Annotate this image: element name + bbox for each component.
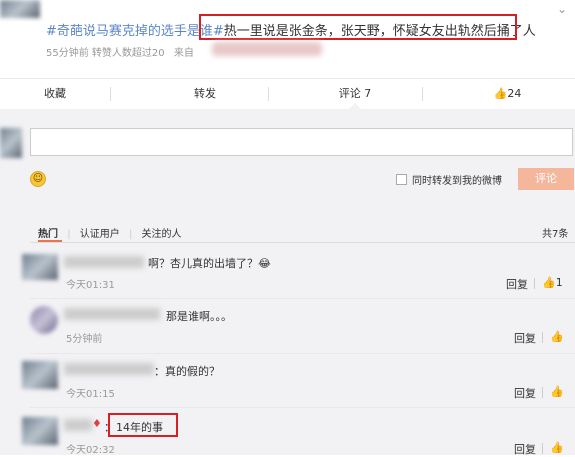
comment-like-button[interactable]: 👍 xyxy=(550,330,564,343)
source-blurred xyxy=(212,42,322,56)
divider xyxy=(268,87,269,101)
highlight-box-comment xyxy=(108,413,178,437)
like-count: 24 xyxy=(507,87,522,100)
also-repost-checkbox[interactable] xyxy=(396,174,407,185)
comment-like-button[interactable]: 👍1 xyxy=(542,276,563,289)
thumbs-up-icon: 👍 xyxy=(493,87,508,100)
filter-tabs: 热门 | 认证用户 | 关注的人 xyxy=(38,225,182,240)
divider xyxy=(110,87,111,101)
comment-time: 今天01:31 xyxy=(66,280,115,291)
emoji-icon[interactable]: ☺ xyxy=(30,171,46,187)
submit-comment-button[interactable]: 评论 xyxy=(518,168,574,190)
thumbs-up-icon: 👍 xyxy=(550,330,564,343)
divider xyxy=(30,353,575,354)
also-repost-label: 同时转发到我的微博 xyxy=(412,176,502,187)
chevron-down-icon[interactable]: ⌄ xyxy=(557,2,567,16)
post-meta: 55分钟前 转赞人数超过20 来自 xyxy=(46,44,194,59)
divider xyxy=(534,278,535,289)
comment-input[interactable] xyxy=(30,128,573,156)
divider xyxy=(422,87,423,101)
username-blurred[interactable] xyxy=(64,256,144,268)
reply-button[interactable]: 回复 xyxy=(514,385,536,401)
avatar[interactable] xyxy=(22,254,58,280)
comment-text: ：真的假的？ xyxy=(154,365,220,378)
divider xyxy=(542,443,543,454)
comment-label: 评论 7 xyxy=(338,87,372,100)
thumbs-up-icon: 👍 xyxy=(550,385,564,398)
avatar[interactable] xyxy=(30,306,58,334)
comment-time: 5分钟前 xyxy=(66,334,103,345)
divider xyxy=(30,298,575,299)
favorite-button[interactable]: 收藏 xyxy=(0,79,110,109)
repost-label: 转发 xyxy=(194,87,216,100)
comment-item-4: ♦ ： 14年的事 今天02:32 回复 👍 xyxy=(0,409,575,456)
highlight-box-post xyxy=(199,14,517,40)
comment-text: 啊？杏儿真的出墙了？😂 xyxy=(148,257,271,270)
divider xyxy=(30,242,575,243)
comment-like-button[interactable]: 👍 xyxy=(550,385,564,398)
comment-text: 那是谁啊。。。 xyxy=(166,310,232,323)
current-user-avatar xyxy=(0,128,22,158)
comment-time: 今天01:15 xyxy=(66,389,115,400)
tab-verified[interactable]: 认证用户 xyxy=(80,229,120,240)
comment-item-3: ：真的假的？ 今天01:15 回复 👍 xyxy=(0,355,575,409)
username-blurred[interactable] xyxy=(64,308,160,320)
thumbs-up-icon: 👍 xyxy=(550,441,564,454)
favorite-label: 收藏 xyxy=(44,87,66,100)
reply-button[interactable]: 回复 xyxy=(506,276,528,292)
thumbs-up-icon: 👍 xyxy=(542,276,556,289)
submit-comment-label: 评论 xyxy=(535,172,557,185)
post-meta-text: 55分钟前 转赞人数超过20 xyxy=(46,48,165,59)
divider xyxy=(542,332,543,343)
post-source-label: 来自 xyxy=(173,48,194,59)
action-bar: 收藏 转发 评论 7 👍24 xyxy=(0,79,575,109)
repost-button[interactable]: 转发 xyxy=(145,79,265,109)
avatar[interactable] xyxy=(22,361,58,389)
post-topic-link[interactable]: #奇葩说马赛克掉的选手是谁# xyxy=(46,24,224,39)
comment-like-button[interactable]: 👍 xyxy=(550,441,564,454)
tab-separator: | xyxy=(128,229,133,240)
comment-total: 共7条 xyxy=(542,229,569,240)
divider xyxy=(30,407,575,408)
avatar[interactable] xyxy=(22,417,58,445)
poster-avatar[interactable] xyxy=(0,0,40,18)
tab-separator: | xyxy=(67,229,71,240)
comment-like-count: 1 xyxy=(555,276,563,289)
vip-badge-icon: ♦ xyxy=(92,417,102,430)
tab-following[interactable]: 关注的人 xyxy=(142,229,182,240)
comment-time: 今天02:32 xyxy=(66,445,115,456)
tab-hot[interactable]: 热门 xyxy=(38,229,58,240)
reply-button[interactable]: 回复 xyxy=(514,330,536,346)
username-blurred[interactable] xyxy=(64,419,92,431)
comment-item-2: 那是谁啊。。。 5分钟前 回复 👍 xyxy=(0,300,575,354)
comment-item-1: 啊？杏儿真的出墙了？😂 今天01:31 回复 👍1 xyxy=(0,244,575,300)
divider xyxy=(542,387,543,398)
like-button[interactable]: 👍24 xyxy=(440,79,575,109)
username-blurred[interactable] xyxy=(64,363,154,375)
